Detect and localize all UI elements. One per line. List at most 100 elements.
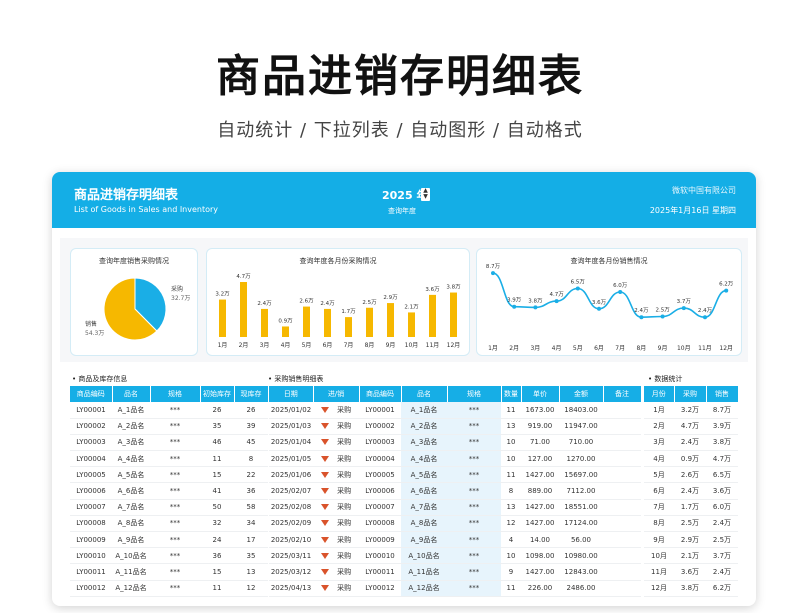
table-cell[interactable]: 1098.00 bbox=[521, 547, 559, 565]
table-row[interactable]: 2025/01/02 采购 LY00001 A_1品名 *** 11 1673.00 184… bbox=[269, 402, 641, 419]
table-row[interactable]: 2025/04/13 采购 LY00012 A_12品名 *** 11 226.00 248… bbox=[269, 580, 641, 597]
table-cell[interactable]: 13 bbox=[234, 563, 268, 581]
table-row[interactable]: 2025/02/07 采购 LY00006 A_6品名 *** 8 889.00 7112.… bbox=[269, 482, 641, 500]
table-cell[interactable]: LY00005 bbox=[359, 466, 401, 484]
table-cell[interactable]: 4.7万 bbox=[706, 450, 738, 468]
table-cell[interactable]: 12 bbox=[501, 515, 521, 533]
table-cell[interactable]: 39 bbox=[234, 418, 268, 435]
table-cell[interactable]: 4.7万 bbox=[674, 418, 706, 435]
year-spinner[interactable]: ▲ ▼ bbox=[421, 188, 430, 201]
table-row[interactable]: LY00002 A_2品名 *** 35 39 bbox=[70, 418, 268, 435]
table-cell[interactable]: LY00006 bbox=[359, 482, 401, 500]
table-cell[interactable]: 26 bbox=[200, 402, 234, 419]
table-row[interactable]: LY00009 A_9品名 *** 24 17 bbox=[70, 531, 268, 549]
table-cell[interactable]: 4月 bbox=[644, 450, 674, 468]
table-cell[interactable]: LY00008 bbox=[359, 515, 401, 533]
table-cell[interactable]: 3.9万 bbox=[706, 418, 738, 435]
table-row[interactable]: LY00011 A_11品名 *** 15 13 bbox=[70, 563, 268, 581]
table-cell[interactable]: 11 bbox=[200, 450, 234, 468]
table-cell[interactable]: 采购 bbox=[313, 515, 359, 533]
table-cell[interactable]: *** bbox=[447, 580, 501, 597]
table-cell[interactable]: *** bbox=[150, 466, 200, 484]
table-cell[interactable]: 26 bbox=[234, 402, 268, 419]
table-cell[interactable]: 35 bbox=[200, 418, 234, 435]
table-row[interactable]: LY00004 A_4品名 *** 11 8 bbox=[70, 450, 268, 468]
table-row[interactable]: 2025/02/08 采购 LY00007 A_7品名 *** 13 1427.00 185… bbox=[269, 499, 641, 516]
table-cell[interactable]: 6.5万 bbox=[706, 466, 738, 484]
table-cell[interactable]: *** bbox=[447, 563, 501, 581]
table-cell[interactable]: A_2品名 bbox=[112, 418, 150, 435]
table-cell[interactable]: 4 bbox=[501, 531, 521, 549]
table-cell[interactable]: 11月 bbox=[644, 563, 674, 581]
table-row[interactable]: LY00007 A_7品名 *** 50 58 bbox=[70, 499, 268, 516]
table-cell[interactable]: LY00005 bbox=[70, 466, 112, 484]
table-cell[interactable]: A_5品名 bbox=[112, 466, 150, 484]
table-cell[interactable]: 10月 bbox=[644, 547, 674, 565]
table-cell[interactable]: 2.1万 bbox=[674, 547, 706, 565]
table-cell[interactable]: LY00008 bbox=[70, 515, 112, 533]
table-cell[interactable]: 15 bbox=[200, 563, 234, 581]
table-cell[interactable] bbox=[603, 450, 641, 468]
table-row[interactable]: 2025/03/11 采购 LY00010 A_10品名 *** 10 1098.00 10… bbox=[269, 547, 641, 565]
table-cell[interactable]: 3.7万 bbox=[706, 547, 738, 565]
table-cell[interactable]: 34 bbox=[234, 515, 268, 533]
table-cell[interactable]: 采购 bbox=[313, 580, 359, 597]
table-cell[interactable]: 2025/01/03 bbox=[269, 418, 313, 435]
table-cell[interactable]: 8 bbox=[234, 450, 268, 468]
table-cell[interactable]: LY00007 bbox=[359, 499, 401, 516]
table-row[interactable]: LY00010 A_10品名 *** 36 35 bbox=[70, 547, 268, 565]
table-cell[interactable]: 2025/03/11 bbox=[269, 547, 313, 565]
table-cell[interactable]: *** bbox=[447, 499, 501, 516]
table-cell[interactable]: 2025/02/07 bbox=[269, 482, 313, 500]
table-cell[interactable]: A_8品名 bbox=[401, 515, 447, 533]
table-cell[interactable]: LY00007 bbox=[70, 499, 112, 516]
table-cell[interactable]: LY00009 bbox=[359, 531, 401, 549]
table-row[interactable]: 12月 3.8万 6.2万 bbox=[644, 580, 738, 597]
table-cell[interactable]: *** bbox=[447, 466, 501, 484]
table-cell[interactable]: LY00003 bbox=[359, 434, 401, 452]
table-cell[interactable]: A_8品名 bbox=[112, 515, 150, 533]
table-cell[interactable]: LY00006 bbox=[70, 482, 112, 500]
table-cell[interactable]: 15697.00 bbox=[559, 466, 603, 484]
table-cell[interactable]: 36 bbox=[200, 547, 234, 565]
table-cell[interactable]: 12 bbox=[234, 580, 268, 597]
table-cell[interactable]: LY00003 bbox=[70, 434, 112, 452]
table-row[interactable]: 4月 0.9万 4.7万 bbox=[644, 450, 738, 468]
column-header[interactable]: 日期 bbox=[269, 386, 314, 402]
table-cell[interactable]: *** bbox=[150, 580, 200, 597]
table-cell[interactable]: 15 bbox=[200, 466, 234, 484]
table-cell[interactable]: *** bbox=[447, 547, 501, 565]
table-cell[interactable]: *** bbox=[150, 482, 200, 500]
table-cell[interactable]: 10980.00 bbox=[559, 547, 603, 565]
table-cell[interactable]: 3.6万 bbox=[706, 482, 738, 500]
column-header[interactable]: 月份 bbox=[644, 386, 675, 402]
table-cell[interactable]: *** bbox=[447, 418, 501, 435]
table-cell[interactable]: 2月 bbox=[644, 418, 674, 435]
column-header[interactable]: 规格 bbox=[447, 386, 502, 402]
table-cell[interactable]: 2025/01/02 bbox=[269, 402, 313, 419]
table-cell[interactable]: 9月 bbox=[644, 531, 674, 549]
table-cell[interactable] bbox=[603, 418, 641, 435]
table-cell[interactable]: 56.00 bbox=[559, 531, 603, 549]
spin-down-icon[interactable]: ▼ bbox=[423, 193, 428, 200]
table-cell[interactable]: 2025/02/08 bbox=[269, 499, 313, 516]
table-cell[interactable]: 2.5万 bbox=[706, 531, 738, 549]
table-row[interactable]: 11月 3.6万 2.4万 bbox=[644, 563, 738, 581]
table-cell[interactable] bbox=[603, 580, 641, 597]
table-row[interactable]: LY00008 A_8品名 *** 32 34 bbox=[70, 515, 268, 533]
table-cell[interactable]: *** bbox=[150, 450, 200, 468]
table-cell[interactable]: 采购 bbox=[313, 547, 359, 565]
table-cell[interactable]: 12843.00 bbox=[559, 563, 603, 581]
column-header[interactable]: 初始库存 bbox=[200, 386, 235, 402]
table-cell[interactable]: A_11品名 bbox=[112, 563, 150, 581]
table-cell[interactable]: 7月 bbox=[644, 499, 674, 516]
column-header[interactable]: 规格 bbox=[150, 386, 201, 402]
table-cell[interactable]: 2025/01/05 bbox=[269, 450, 313, 468]
table-cell[interactable]: 11 bbox=[501, 402, 521, 419]
table-row[interactable]: 2025/01/04 采购 LY00003 A_3品名 *** 10 71.00 710.0… bbox=[269, 434, 641, 452]
table-cell[interactable]: A_11品名 bbox=[401, 563, 447, 581]
table-cell[interactable]: *** bbox=[150, 547, 200, 565]
table-cell[interactable]: 采购 bbox=[313, 531, 359, 549]
table-cell[interactable] bbox=[603, 531, 641, 549]
table-cell[interactable]: *** bbox=[150, 515, 200, 533]
